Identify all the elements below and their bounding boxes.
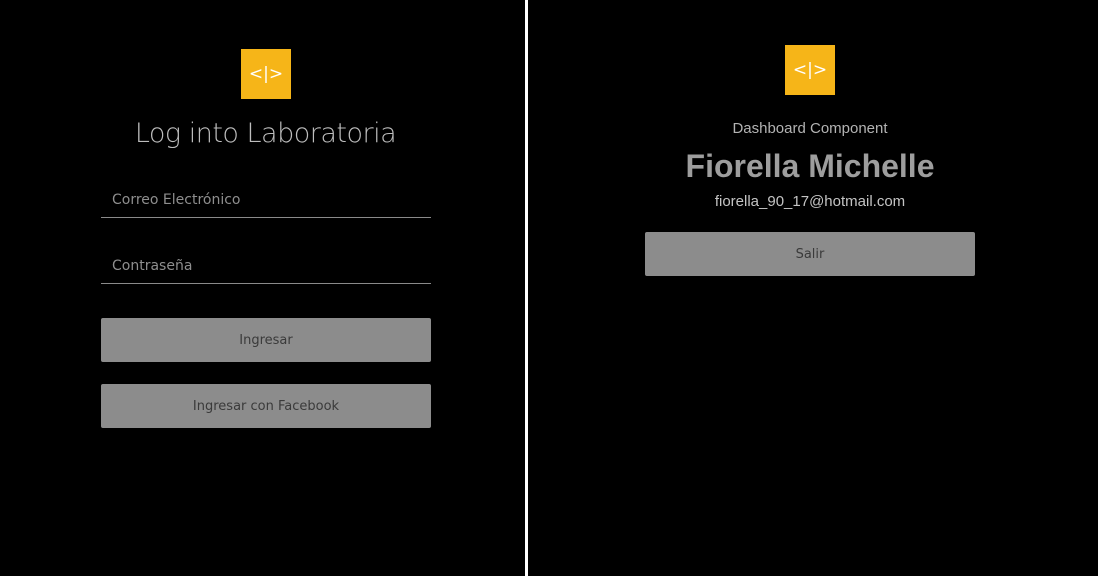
email-field-wrapper <box>101 180 431 218</box>
facebook-login-button[interactable]: Ingresar con Facebook <box>101 384 431 428</box>
dashboard-pane: <|> Dashboard Component Fiorella Michell… <box>528 0 1098 576</box>
user-name: Fiorella Michelle <box>685 148 935 184</box>
login-title: Log into Laboratoria <box>134 118 397 149</box>
login-pane: <|> Log into Laboratoria Ingresar Ingres… <box>0 0 525 576</box>
login-button[interactable]: Ingresar <box>101 318 431 362</box>
laboratoria-logo-icon: <|> <box>241 49 291 99</box>
email-field[interactable] <box>101 180 431 217</box>
user-email: fiorella_90_17@hotmail.com <box>714 193 906 210</box>
password-field-wrapper <box>101 246 431 284</box>
logout-button[interactable]: Salir <box>645 232 975 276</box>
laboratoria-logo-icon: <|> <box>785 45 835 95</box>
dashboard-subtitle: Dashboard Component <box>732 120 888 137</box>
password-field[interactable] <box>101 246 431 283</box>
